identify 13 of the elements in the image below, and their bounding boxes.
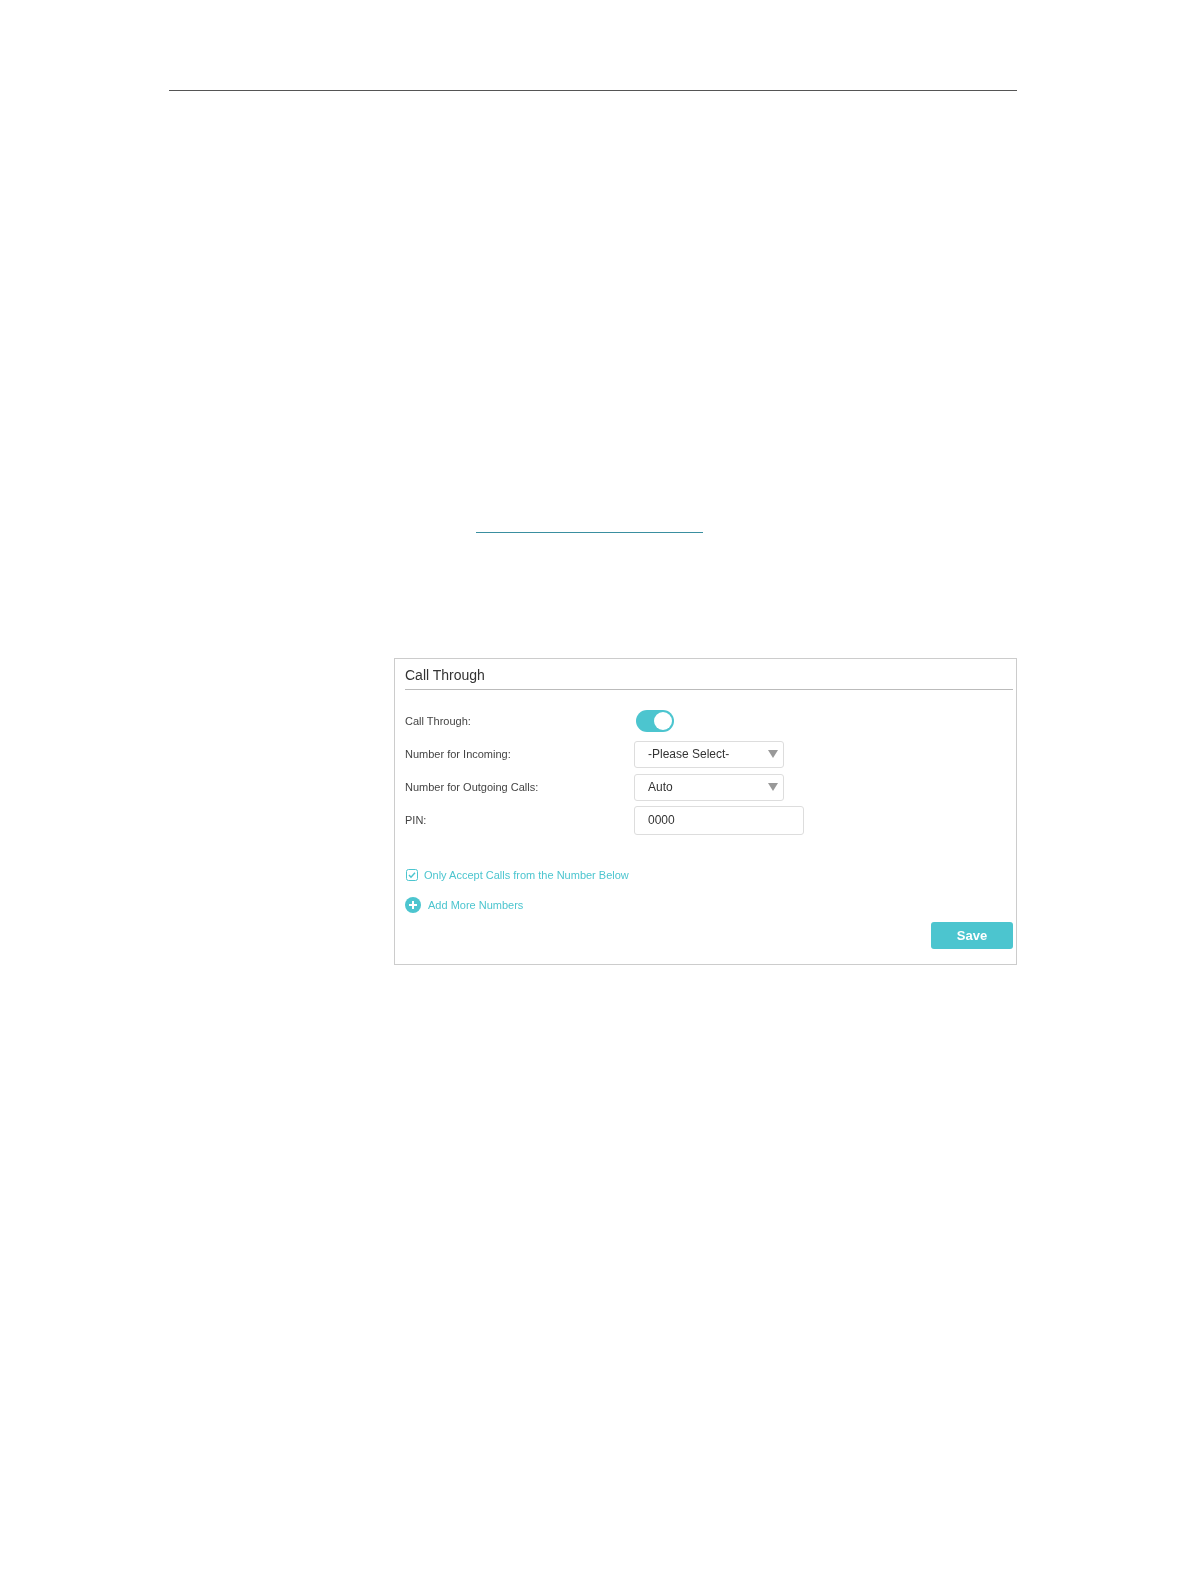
pin-field[interactable]: 0000 — [634, 805, 804, 835]
plus-icon[interactable] — [405, 897, 421, 913]
checkbox[interactable] — [406, 869, 418, 881]
caret-icon — [768, 750, 778, 758]
toggle-switch[interactable] — [636, 710, 674, 732]
field-label: Number for Outgoing Calls: — [405, 781, 540, 793]
field-label: PIN: — [405, 814, 428, 826]
panel-title: Call Through — [404, 666, 486, 685]
field-label: Number for Incoming: — [405, 748, 512, 760]
field-label: Call Through: — [405, 715, 472, 727]
caret-icon — [768, 783, 778, 791]
dropdown[interactable]: Auto — [634, 773, 784, 801]
dropdown[interactable]: -Please Select- — [634, 740, 784, 768]
